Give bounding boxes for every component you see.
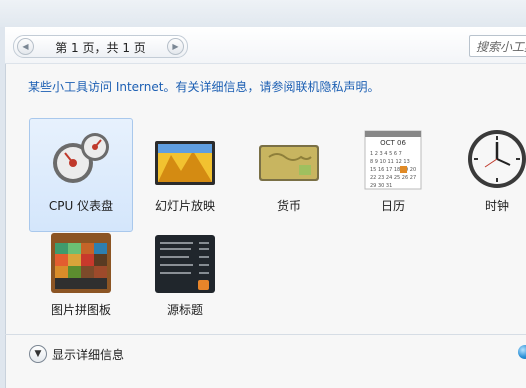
calendar-month: OCT 06 bbox=[380, 139, 406, 147]
currency-icon bbox=[259, 145, 319, 181]
gadget-name: CPU 仪表盘 bbox=[48, 199, 114, 213]
chevron-right-icon[interactable]: ▶ bbox=[167, 38, 184, 55]
globe-icon[interactable] bbox=[518, 345, 526, 359]
search-input[interactable]: 搜索小工具 bbox=[469, 35, 526, 57]
svg-text:15 16 17 18 19 20: 15 16 17 18 19 20 bbox=[370, 167, 416, 173]
gadget-feed-headlines[interactable]: 源标题 bbox=[133, 222, 237, 336]
gadget-name: 幻灯片放映 bbox=[154, 199, 215, 213]
gadget-picture-puzzle[interactable]: 图片拼图板 bbox=[29, 222, 133, 336]
gadget-calendar[interactable]: OCT 06 1 2 3 4 5 6 7 8 9 10 11 12 13 15 … bbox=[341, 118, 445, 232]
cpu-meter-icon bbox=[53, 133, 109, 183]
svg-text:22 23 24 25 26 27: 22 23 24 25 26 27 bbox=[370, 175, 416, 181]
gadget-slideshow[interactable]: 幻灯片放映 bbox=[133, 118, 237, 232]
gadget-name: 时钟 bbox=[484, 199, 509, 213]
calendar-icon: OCT 06 1 2 3 4 5 6 7 8 9 10 11 12 13 15 … bbox=[364, 130, 422, 190]
slideshow-icon bbox=[155, 141, 215, 185]
footer-divider bbox=[5, 334, 526, 335]
clock-icon bbox=[468, 130, 526, 188]
svg-text:8 9 10 11 12 13: 8 9 10 11 12 13 bbox=[370, 159, 410, 165]
gadget-name: 源标题 bbox=[166, 303, 203, 317]
gadget-name: 图片拼图板 bbox=[50, 303, 111, 317]
title-bar bbox=[0, 0, 526, 27]
pager: ◀ 第 1 页，共 1 页 ▶ bbox=[13, 35, 188, 58]
gadget-cpu-meter[interactable]: CPU 仪表盘 bbox=[29, 118, 133, 232]
svg-text:1 2 3 4 5 6 7: 1 2 3 4 5 6 7 bbox=[370, 151, 402, 157]
gadget-name: 货币 bbox=[276, 199, 301, 213]
chevron-down-icon[interactable]: ▼ bbox=[29, 345, 47, 363]
feed-headlines-icon bbox=[155, 235, 215, 293]
page-indicator: 第 1 页，共 1 页 bbox=[55, 41, 146, 55]
svg-text:29 30 31: 29 30 31 bbox=[370, 183, 392, 189]
show-details-link[interactable]: 显示详细信息 bbox=[52, 346, 124, 363]
gadget-currency[interactable]: 货币 bbox=[237, 118, 341, 232]
picture-puzzle-icon bbox=[51, 233, 111, 293]
gadget-name: 日历 bbox=[380, 199, 405, 213]
privacy-notice-link[interactable]: 某些小工具访问 Internet。有关详细信息，请参阅联机隐私声明。 bbox=[28, 78, 379, 95]
chevron-left-icon[interactable]: ◀ bbox=[17, 38, 34, 55]
gadget-clock[interactable]: 时钟 bbox=[445, 118, 526, 232]
search-placeholder: 搜索小工具 bbox=[476, 40, 526, 54]
